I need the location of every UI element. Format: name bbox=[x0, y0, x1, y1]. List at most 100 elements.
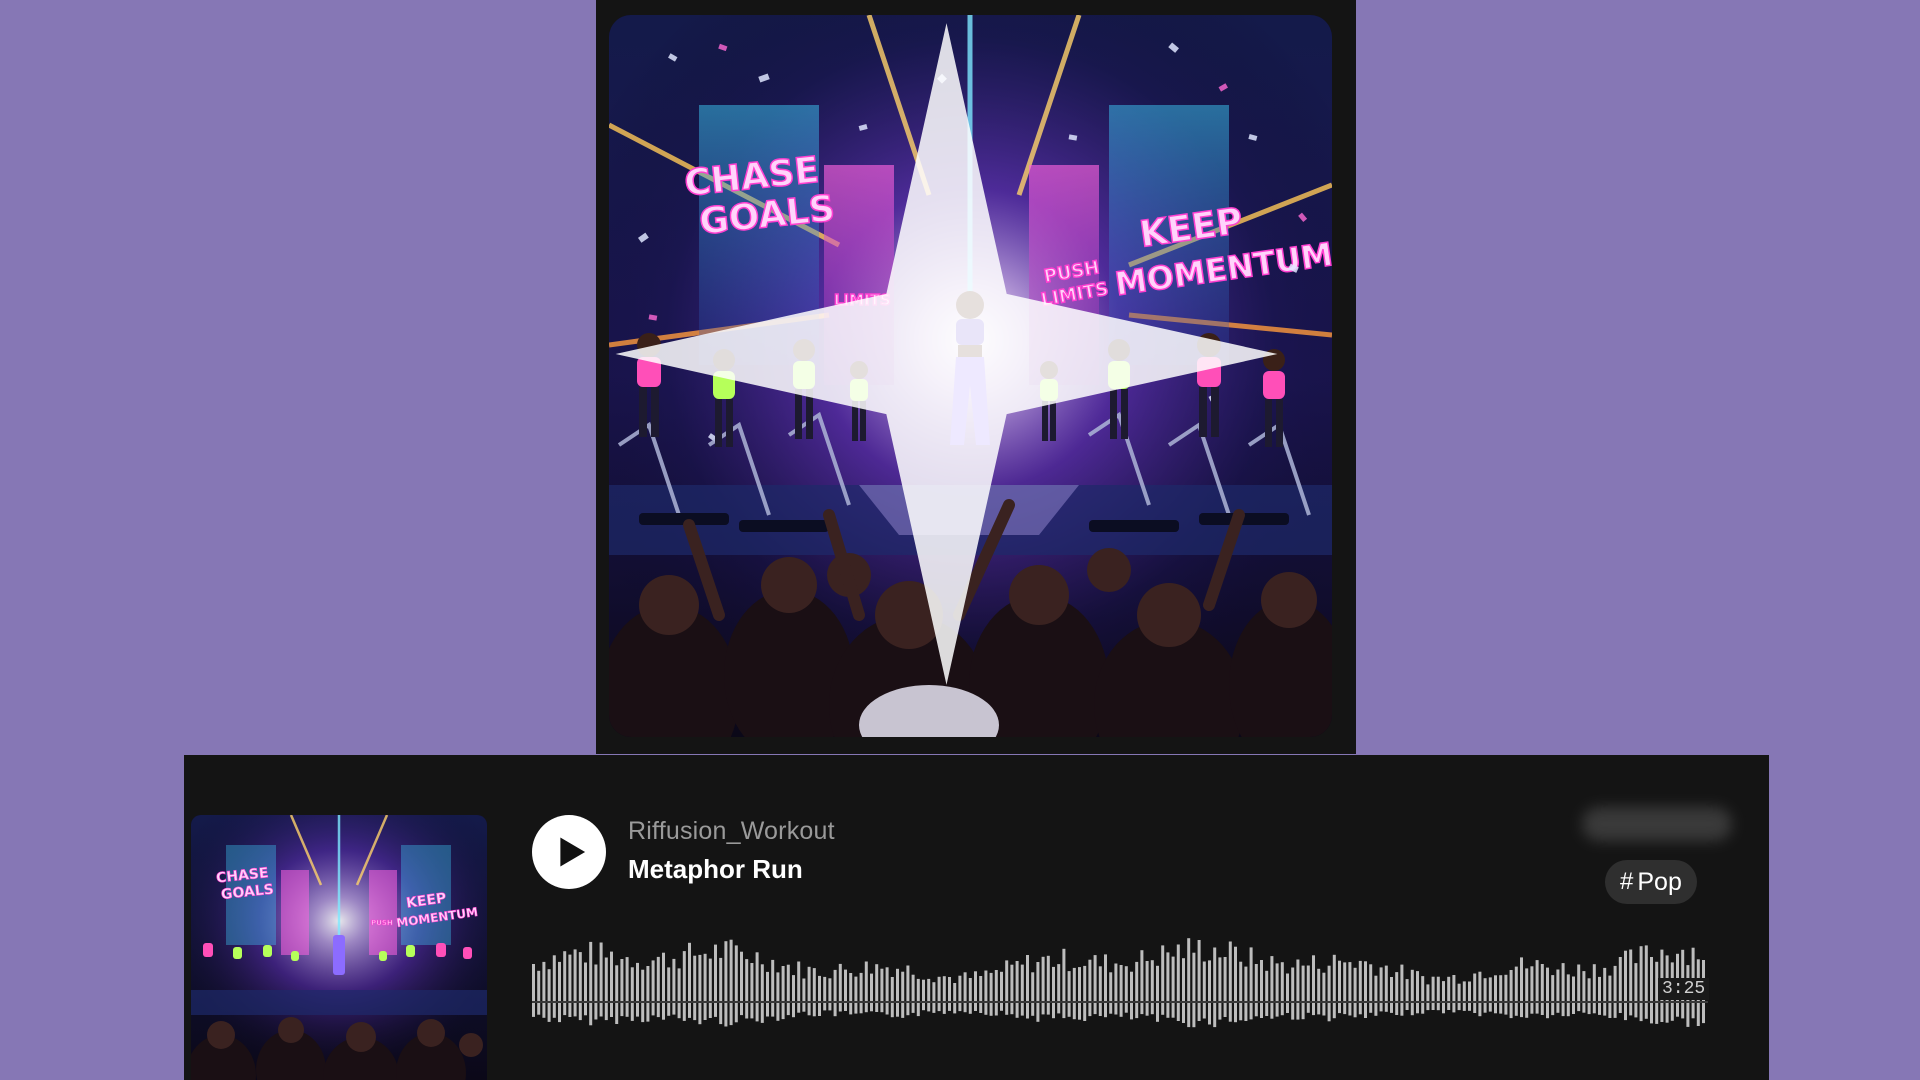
waveform-bar bbox=[1535, 960, 1539, 1014]
waveform-bar bbox=[641, 969, 645, 1023]
waveform-bar bbox=[776, 972, 780, 1021]
waveform-bar bbox=[797, 961, 801, 1013]
waveform-bar bbox=[994, 970, 998, 1016]
waveform-bar bbox=[542, 961, 546, 1018]
waveform-bar bbox=[1551, 975, 1555, 1016]
waveform-bar bbox=[1130, 971, 1133, 1020]
waveform-bar bbox=[1010, 964, 1014, 1015]
waveform-bar bbox=[1192, 952, 1196, 1028]
waveform-bar bbox=[1322, 972, 1326, 1016]
waveform-bar bbox=[558, 961, 561, 1023]
waveform-bar bbox=[584, 962, 587, 1016]
waveform-bar bbox=[1468, 981, 1471, 1011]
waveform-bar bbox=[677, 968, 681, 1019]
waveform-bar bbox=[636, 962, 639, 1017]
waveform-bar bbox=[750, 963, 754, 1019]
svg-text:PUSH: PUSH bbox=[371, 919, 393, 927]
waveform-bar bbox=[1239, 961, 1243, 1021]
play-button[interactable] bbox=[532, 815, 606, 889]
waveform-bar bbox=[896, 968, 899, 1017]
waveform-bar bbox=[885, 967, 889, 1015]
waveform-bar bbox=[693, 955, 697, 1021]
waveform-bar bbox=[615, 965, 619, 1024]
cover-artwork-large[interactable]: CHASE GOALS KEEP MOMENTUM PUSH LIMITS LI… bbox=[609, 15, 1332, 737]
waveform-bar bbox=[1327, 965, 1331, 1022]
waveform-bar bbox=[781, 966, 785, 1020]
waveform-bar bbox=[1265, 970, 1269, 1016]
waveform-bar bbox=[610, 951, 613, 1017]
waveform-bar bbox=[1494, 975, 1497, 1014]
waveform-bar bbox=[786, 964, 790, 1016]
waveform-bar bbox=[745, 959, 749, 1019]
waveform-bar bbox=[1598, 976, 1601, 1015]
cover-artwork-thumbnail[interactable]: CHASE GOALS KEEP MOMENTUM PUSH bbox=[191, 815, 487, 1080]
artwork-frame: CHASE GOALS KEEP MOMENTUM PUSH LIMITS LI… bbox=[596, 0, 1356, 754]
waveform-bar bbox=[844, 969, 847, 1011]
waveform-bar bbox=[1624, 950, 1627, 1021]
waveform-bar bbox=[1052, 966, 1055, 1019]
waveform-bar bbox=[1036, 962, 1040, 1022]
waveform-bar bbox=[932, 982, 936, 1013]
waveform-bar bbox=[1005, 960, 1009, 1015]
waveform-bar bbox=[864, 961, 868, 1013]
waveform-bar bbox=[1587, 978, 1591, 1015]
waveform-bar bbox=[1348, 962, 1352, 1016]
waveform-bar bbox=[1634, 963, 1638, 1018]
waveform-bar bbox=[1140, 950, 1144, 1015]
waveform-bar bbox=[1369, 964, 1373, 1013]
genre-tag[interactable]: # Pop bbox=[1605, 860, 1697, 904]
waveform-bar bbox=[906, 965, 910, 1016]
waveform-bar bbox=[1629, 949, 1633, 1016]
waveform-bar bbox=[1015, 961, 1019, 1018]
waveform-bar bbox=[854, 976, 858, 1014]
waveform-bar bbox=[682, 951, 686, 1021]
sparkle-icon bbox=[615, 23, 1278, 685]
waveform-bar bbox=[802, 978, 806, 1012]
waveform-bar bbox=[948, 977, 951, 1011]
waveform-bar bbox=[1067, 971, 1071, 1017]
waveform-bar bbox=[1332, 954, 1336, 1019]
waveform-bar bbox=[1135, 961, 1139, 1019]
waveform-bar bbox=[1410, 969, 1414, 1016]
waveform-bar bbox=[766, 971, 769, 1017]
waveform-bar bbox=[714, 944, 717, 1017]
waveform-bar bbox=[859, 972, 863, 1014]
waveform-bar bbox=[958, 975, 962, 1012]
waveform-bar bbox=[630, 967, 634, 1021]
waveform-bar bbox=[1208, 960, 1211, 1025]
waveform-bar bbox=[1182, 958, 1185, 1023]
waveform-bar bbox=[812, 968, 816, 1017]
waveform-bar bbox=[1296, 959, 1300, 1020]
waveform-bar bbox=[1447, 976, 1451, 1010]
waveform-bar bbox=[880, 968, 884, 1013]
waveform-bar bbox=[625, 957, 629, 1017]
waveform-bar bbox=[1041, 956, 1045, 1015]
waveform-bar bbox=[1260, 960, 1263, 1018]
waveform-bar bbox=[1088, 959, 1092, 1017]
artist-name[interactable]: Riffusion_Workout bbox=[628, 817, 835, 846]
waveform-bar bbox=[719, 957, 723, 1025]
waveform-bar bbox=[1280, 962, 1284, 1016]
waveform-scrubber[interactable] bbox=[532, 925, 1708, 1035]
waveform-bar bbox=[916, 978, 920, 1017]
waveform-bar bbox=[729, 939, 733, 1026]
waveform-bar bbox=[1228, 941, 1232, 1022]
waveform-bar bbox=[1156, 965, 1159, 1022]
waveform-bar bbox=[708, 958, 712, 1018]
blurred-user-avatar bbox=[1582, 807, 1732, 841]
waveform-bar bbox=[890, 977, 894, 1018]
waveform-bar bbox=[1046, 955, 1050, 1015]
track-title[interactable]: Metaphor Run bbox=[628, 854, 803, 885]
waveform-bar bbox=[1078, 967, 1081, 1020]
waveform-bar bbox=[547, 969, 551, 1022]
waveform-bar bbox=[1379, 967, 1383, 1012]
waveform-bar bbox=[651, 960, 655, 1016]
waveform-bar bbox=[599, 942, 603, 1017]
waveform-bar bbox=[1613, 965, 1617, 1018]
waveform-bar bbox=[734, 945, 738, 1023]
cover-thumbnail-image: CHASE GOALS KEEP MOMENTUM PUSH bbox=[191, 815, 487, 1080]
waveform-bar bbox=[1525, 968, 1529, 1018]
waveform-bar bbox=[1478, 971, 1482, 1017]
waveform-bar bbox=[1317, 968, 1321, 1015]
waveform-bar bbox=[1270, 956, 1274, 1019]
